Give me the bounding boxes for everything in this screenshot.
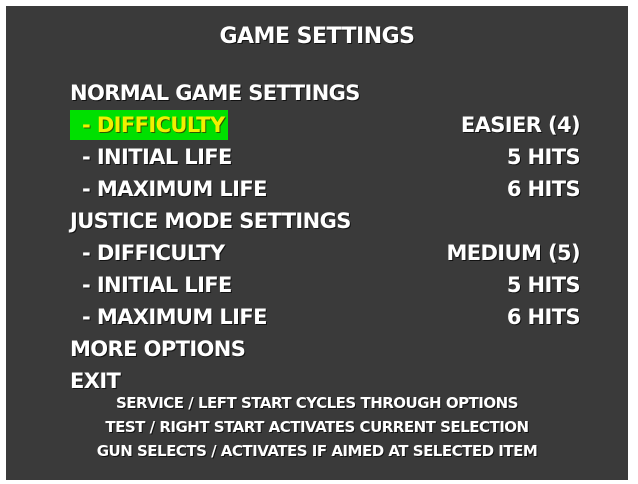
game-settings-screen: GAME SETTINGS NORMAL GAME SETTINGS - DIF… — [0, 0, 638, 484]
help-line-service: SERVICE / LEFT START CYCLES THROUGH OPTI… — [116, 394, 518, 412]
justice-initial-life-option[interactable]: - INITIAL LIFE 5 HITS — [6, 270, 628, 300]
option-value: EASIER (4) — [460, 113, 581, 137]
normal-initial-life-option[interactable]: - INITIAL LIFE 5 HITS — [6, 142, 628, 172]
help-line-gun: GUN SELECTS / ACTIVATES IF AIMED AT SELE… — [96, 442, 538, 460]
option-value: MEDIUM (5) — [446, 241, 580, 265]
normal-maximum-life-option[interactable]: - MAXIMUM LIFE 6 HITS — [6, 174, 628, 204]
normal-game-settings-header: NORMAL GAME SETTINGS — [6, 78, 628, 108]
option-label[interactable]: - INITIAL LIFE — [82, 142, 232, 172]
page-title: GAME SETTINGS — [219, 24, 415, 49]
settings-panel: GAME SETTINGS NORMAL GAME SETTINGS - DIF… — [6, 6, 628, 480]
section-label: JUSTICE MODE SETTINGS — [70, 209, 351, 233]
option-value: 6 HITS — [506, 177, 581, 201]
exit-item[interactable]: EXIT — [6, 366, 628, 396]
justice-mode-settings-header: JUSTICE MODE SETTINGS — [6, 206, 628, 236]
normal-difficulty-option[interactable]: - DIFFICULTY EASIER (4) — [6, 110, 628, 140]
option-value: 5 HITS — [506, 273, 581, 297]
option-label[interactable]: - INITIAL LIFE — [82, 270, 232, 300]
justice-difficulty-option[interactable]: - DIFFICULTY MEDIUM (5) — [6, 238, 628, 268]
exit-label[interactable]: EXIT — [70, 366, 121, 396]
more-options-label[interactable]: MORE OPTIONS — [70, 334, 246, 364]
option-label[interactable]: - MAXIMUM LIFE — [82, 302, 267, 332]
justice-maximum-life-option[interactable]: - MAXIMUM LIFE 6 HITS — [6, 302, 628, 332]
option-label[interactable]: - MAXIMUM LIFE — [82, 174, 267, 204]
section-label: NORMAL GAME SETTINGS — [70, 81, 360, 105]
option-value: 5 HITS — [506, 145, 581, 169]
option-label[interactable]: - DIFFICULTY — [70, 110, 229, 140]
more-options-item[interactable]: MORE OPTIONS — [6, 334, 628, 364]
option-label[interactable]: - DIFFICULTY — [82, 238, 225, 268]
option-value: 6 HITS — [506, 305, 581, 329]
help-line-test: TEST / RIGHT START ACTIVATES CURRENT SEL… — [105, 418, 529, 436]
